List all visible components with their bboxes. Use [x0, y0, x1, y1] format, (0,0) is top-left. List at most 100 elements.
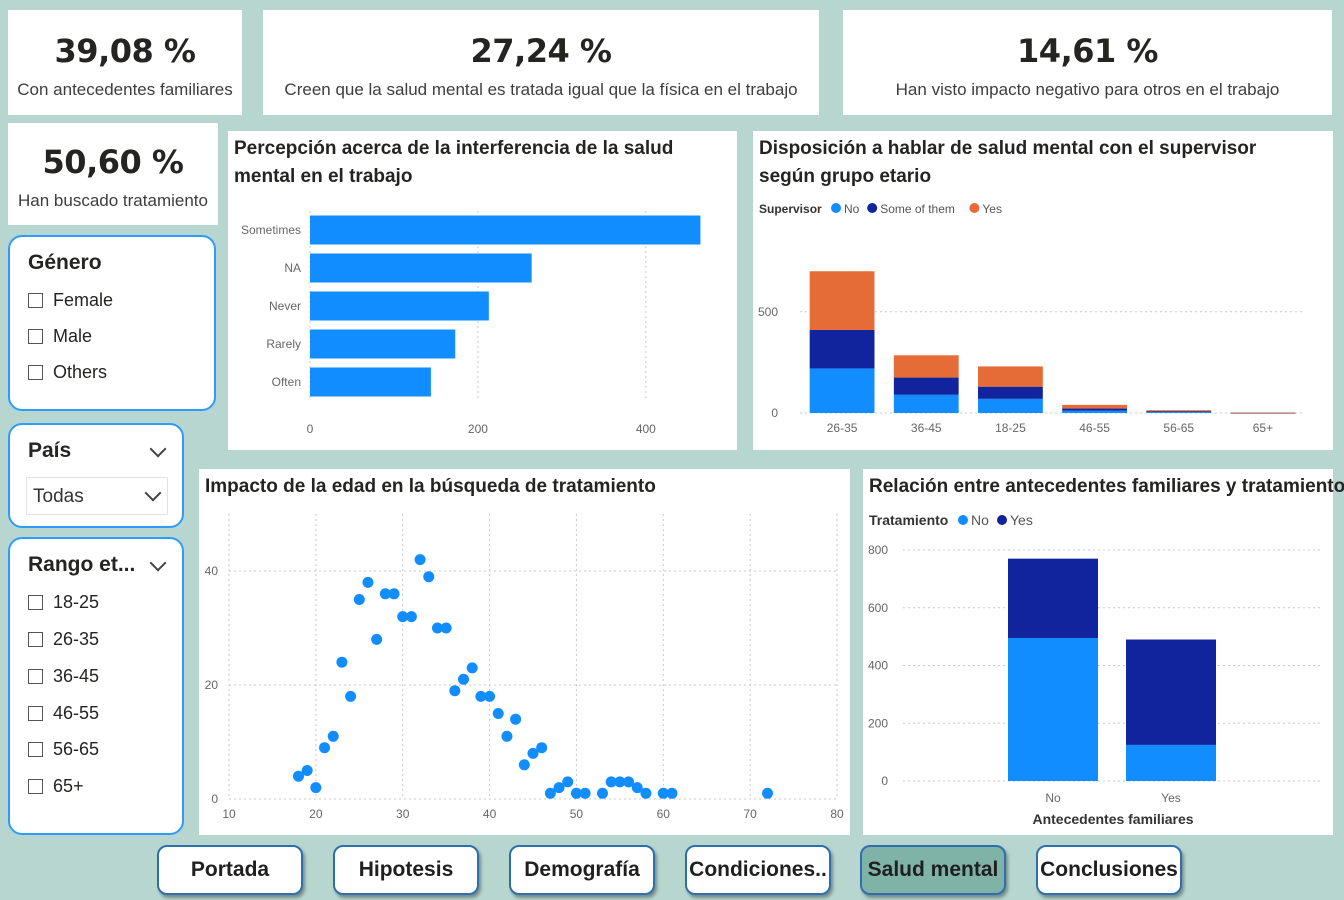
chart-supervisor: Disposición a hablar de salud mental con…	[753, 131, 1333, 450]
x-tick-label: 30	[396, 807, 410, 821]
scatter-point	[353, 594, 365, 605]
scatter-point	[423, 571, 435, 583]
option-label: 18-25	[53, 591, 100, 612]
checkbox-icon[interactable]	[28, 778, 43, 794]
kpi-value: 39,08 %	[54, 32, 196, 70]
bar	[310, 367, 431, 397]
scatter-point	[492, 708, 504, 719]
legend-marker	[997, 515, 1007, 525]
scatter-point	[536, 742, 548, 754]
chevron-down-icon[interactable]	[144, 484, 162, 502]
legend-marker	[969, 203, 980, 213]
slicer-title: Género	[28, 251, 102, 274]
legend-marker	[867, 203, 878, 213]
scatter-point	[310, 782, 322, 794]
slicer-option-56-65[interactable]: 56-65	[28, 738, 99, 760]
checkbox-icon[interactable]	[28, 292, 43, 308]
nav-button-salud-mental[interactable]: Salud mental	[860, 845, 1006, 895]
x-tick-label: No	[1045, 791, 1061, 805]
interferencia-bar-chart: 0 200 400 Sometimes NA Never Rarely Often	[241, 211, 701, 436]
bar-segment	[1126, 639, 1216, 745]
x-tick-label: 50	[570, 807, 584, 821]
bar-segment	[1146, 411, 1212, 412]
legend-label: No	[971, 512, 989, 528]
bar	[310, 329, 456, 359]
scatter-point	[640, 787, 652, 799]
slicer-option-65-plus[interactable]: 65+	[28, 775, 84, 797]
bar-segment	[809, 329, 875, 369]
option-label: 46-55	[53, 702, 100, 723]
slicer-option-others[interactable]: Others	[28, 361, 107, 383]
kpi-label: Con antecedentes familiares	[17, 80, 233, 99]
slicer-rango-etario: Rango et... 18-25 26-35 36-45 46-55 56-6…	[8, 537, 184, 835]
x-tick-label: 46-55	[1079, 421, 1110, 435]
bar-segment	[1008, 638, 1098, 781]
category-label: NA	[284, 261, 301, 275]
x-tick-label: 26-35	[827, 421, 858, 435]
nav-button-condiciones[interactable]: Condiciones..	[685, 845, 831, 895]
scatter-point	[301, 765, 313, 776]
kpi-card-tratamiento: 50,60 % Han buscado tratamiento	[8, 123, 218, 225]
bar-segment	[809, 368, 875, 413]
slicer-option-46-55[interactable]: 46-55	[28, 702, 99, 724]
kpi-label: Creen que la salud mental es tratada igu…	[284, 80, 798, 99]
x-tick-label: 60	[657, 807, 671, 821]
slicer-option-18-25[interactable]: 18-25	[28, 591, 99, 613]
checkbox-icon[interactable]	[28, 668, 43, 684]
category-label: Never	[269, 299, 301, 313]
pais-dropdown[interactable]: Todas	[26, 477, 168, 515]
y-tick-label: 0	[881, 774, 888, 788]
kpi-card-igual-fisica: 27,24 % Creen que la salud mental es tra…	[263, 10, 819, 115]
checkbox-icon[interactable]	[28, 741, 43, 757]
bar-segment	[893, 355, 959, 378]
slicer-pais: País Todas	[8, 423, 184, 528]
scatter-point	[466, 662, 478, 674]
scatter-point	[336, 656, 348, 668]
option-label: Male	[53, 325, 93, 346]
category-label: Sometimes	[241, 223, 301, 237]
slicer-option-male[interactable]: Male	[28, 325, 92, 347]
nav-button-portada[interactable]: Portada	[157, 845, 303, 895]
checkbox-icon[interactable]	[28, 705, 43, 721]
bar-segment	[978, 366, 1043, 387]
x-tick-label: 20	[309, 807, 323, 821]
checkbox-icon[interactable]	[28, 364, 43, 380]
chart-edad-tratamiento: Impacto de la edad en la búsqueda de tra…	[199, 469, 850, 835]
scatter-point	[762, 787, 774, 799]
slicer-option-36-45[interactable]: 36-45	[28, 665, 99, 687]
scatter-point	[362, 576, 374, 588]
legend-label: Yes	[1010, 512, 1033, 528]
chevron-down-icon[interactable]	[149, 440, 167, 458]
scatter-point	[327, 730, 339, 742]
option-label: 56-65	[53, 738, 100, 759]
supervisor-stacked-bar-chart: Supervisor No Some of them Yes 0 500 26-35 36-4…	[758, 202, 1305, 435]
kpi-label: Han buscado tratamiento	[18, 191, 208, 210]
slicer-option-female[interactable]: Female	[28, 289, 113, 311]
nav-button-conclusiones[interactable]: Conclusiones	[1036, 845, 1182, 895]
option-label: 36-45	[53, 665, 100, 686]
legend-label: No	[844, 202, 860, 216]
y-tick-label: 0	[771, 406, 778, 420]
checkbox-icon[interactable]	[28, 594, 43, 610]
x-tick-label: 10	[222, 807, 236, 821]
nav-button-demografia[interactable]: Demografía	[509, 845, 655, 895]
scatter-point	[501, 730, 513, 742]
x-tick-label: 65+	[1253, 421, 1273, 435]
bar	[310, 291, 489, 321]
checkbox-icon[interactable]	[28, 631, 43, 647]
checkbox-icon[interactable]	[28, 328, 43, 344]
nav-button-hipotesis[interactable]: Hipotesis	[333, 845, 479, 895]
kpi-value: 27,24 %	[470, 32, 612, 70]
y-tick-label: 40	[205, 564, 219, 578]
option-label: Others	[53, 361, 108, 382]
chart-interferencia: Percepción acerca de la interferencia de…	[228, 131, 737, 450]
scatter-point	[458, 673, 470, 685]
edad-scatter-chart: 10 20 30 40 50 60 70 80 0 20 40	[205, 514, 844, 821]
y-tick-label: 0	[211, 792, 218, 806]
x-tick-label: 40	[483, 807, 497, 821]
scatter-point	[345, 690, 357, 702]
chevron-down-icon[interactable]	[149, 554, 167, 572]
legend-label: Yes	[982, 202, 1002, 216]
bar-segment	[1062, 404, 1127, 409]
slicer-option-26-35[interactable]: 26-35	[28, 628, 99, 650]
